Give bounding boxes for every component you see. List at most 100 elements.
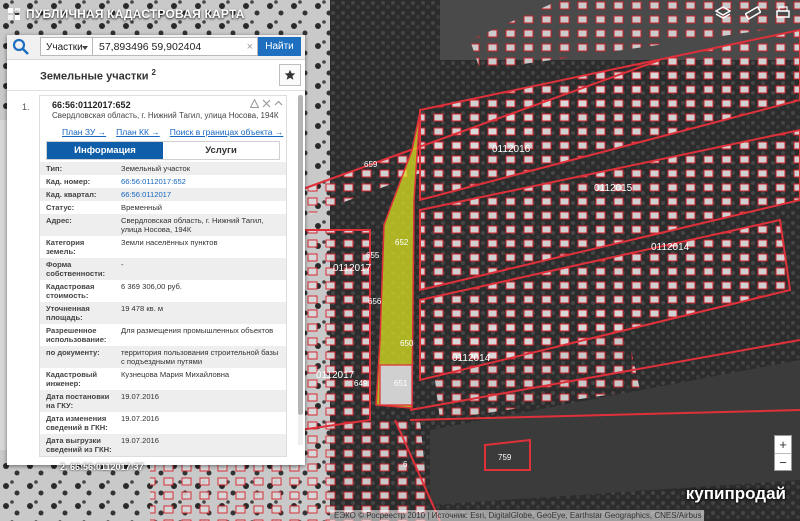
favorite-button[interactable] (279, 64, 301, 86)
tab-information[interactable]: Информация (47, 142, 163, 159)
quarter-label-0112014-2: 0112014 (452, 353, 491, 364)
row-value: 19.07.2016 (115, 434, 286, 456)
watermark-text: купипродай (685, 484, 786, 503)
table-row: по документу: территория пользования стро… (40, 346, 286, 368)
row-value: Временный (121, 203, 163, 212)
parcel-label-6: 6 (403, 460, 408, 469)
results-title-text: Земельные участки (40, 70, 149, 83)
parcel-address: Свердловская область, г. Нижний Тагил, у… (52, 111, 279, 120)
row-key: Дата выгрузки сведений из ГКН: (40, 434, 115, 456)
row-value: Свердловская область, г. Нижний Тагил, у… (115, 214, 286, 236)
results-header: Земельные участки 2 (7, 60, 305, 91)
table-row: Дата постановки на ГКУ: 19.07.2016 (40, 390, 286, 412)
row-key: Кад. квартал: (40, 188, 115, 201)
row-key: Уточненная площадь: (40, 302, 115, 324)
search-icon[interactable] (11, 38, 31, 56)
table-row: Кад. номер: 66:56:0112017:652 (40, 175, 286, 188)
table-row: Тип: Земельный участок (40, 162, 286, 175)
parcel-info-table: Тип: Земельный участок Кад. номер: 66:56:0… (40, 162, 286, 456)
quarter-label-0112017-2: 0112017 (316, 370, 355, 381)
table-row: Кадастровая стоимость: 6 369 306,00 руб. (40, 280, 286, 302)
plan-zu-link[interactable]: План ЗУ → (62, 127, 106, 137)
row-key: Разрешенное использование: (46, 326, 107, 344)
result-card: 1. 66:56:0112017:652 Свердловская област… (22, 95, 287, 457)
close-icon[interactable] (262, 99, 271, 108)
row-key: по документу: (40, 346, 115, 368)
search-bar: Участки 57,893496 59,902404 × Найти (7, 35, 305, 60)
parcel-label-656: 656 (368, 297, 382, 306)
results-scrollbar[interactable] (298, 95, 303, 445)
map-attribution: ЕЭКО © Росреестр 2010 | Источник: Esri, … (330, 510, 704, 521)
chevron-up-icon[interactable] (274, 99, 283, 108)
cad-quarter-link[interactable]: 66:56:0112017 (121, 190, 171, 199)
row-key: Статус: (46, 203, 75, 212)
search-panel: Участки 57,893496 59,902404 × Найти Земе… (7, 35, 305, 465)
results-title: Земельные участки 2 (40, 68, 156, 83)
quarter-label-0112015: 0112015 (594, 183, 633, 194)
row-key: Кад. номер: (46, 177, 91, 186)
app-title[interactable]: ПУБЛИЧНАЯ КАДАСТРОВАЯ КАРТА (8, 7, 245, 21)
card-links: План ЗУ → План КК → Поиск в границах объ… (40, 124, 286, 141)
row-key: Дата постановки на ГКУ: (40, 390, 115, 412)
table-row: Категория земель: Земли населённых пункто… (40, 236, 286, 258)
quarter-label-0112017: 0112017 (333, 263, 372, 274)
find-button[interactable]: Найти (258, 37, 301, 56)
warning-icon[interactable] (250, 99, 259, 108)
row-value: Для размещения промышленных объектов (121, 326, 274, 335)
table-row: Уточненная площадь: 19 478 кв. м (40, 302, 286, 324)
chevron-down-icon (82, 46, 88, 50)
results-list[interactable]: 1. 66:56:0112017:652 Свердловская област… (7, 91, 305, 465)
row-value: Кузнецова Мария Михайловна (121, 370, 230, 379)
search-type-select[interactable]: Участки (40, 37, 93, 56)
row-key: Адрес: (40, 214, 115, 236)
ruler-icon[interactable] (744, 4, 762, 22)
card-tools (250, 99, 283, 108)
quarter-label-0112016: 0112016 (492, 144, 531, 155)
tab-services[interactable]: Услуги (163, 142, 279, 159)
quarter-label-0112014: 0112014 (651, 242, 690, 253)
star-icon (284, 69, 296, 80)
row-value: 6 369 306,00 руб. (121, 282, 182, 291)
zoom-out-button[interactable]: − (775, 453, 791, 471)
parcel-label-651: 651 (394, 379, 408, 388)
plan-kk-link[interactable]: План КК → (116, 127, 160, 137)
scrollbar-thumb[interactable] (298, 95, 303, 415)
row-key: Кадастровая стоимость: (46, 282, 95, 300)
search-input-value: 57,893496 59,902404 (99, 41, 202, 53)
cad-number-link[interactable]: 66:56:0112017:652 (121, 177, 186, 186)
row-key: Форма собственности: (40, 258, 115, 280)
table-row: Разрешенное использование: Для размещения… (40, 324, 286, 346)
result-card-header[interactable]: 1. 66:56:0112017:652 Свердловская област… (22, 96, 286, 124)
row-value: территория пользования строительной базы… (115, 346, 286, 368)
app-title-text: ПУБЛИЧНАЯ КАДАСТРОВАЯ КАРТА (26, 7, 245, 21)
row-key: Категория земель: (46, 238, 85, 256)
top-bar: ПУБЛИЧНАЯ КАДАСТРОВАЯ КАРТА (0, 0, 800, 32)
search-type-label: Участки (46, 42, 83, 53)
table-row: Кадастровый инженер: Кузнецова Мария Миха… (40, 368, 286, 390)
zoom-in-button[interactable]: + (775, 436, 791, 453)
row-key: Тип: (40, 162, 115, 175)
clear-icon[interactable]: × (247, 38, 253, 57)
search-in-bounds-link[interactable]: Поиск в границах объекта → (170, 127, 284, 137)
parcel-label-759: 759 (498, 453, 512, 462)
card-tabs: Информация Услуги (46, 141, 280, 160)
table-row: Форма собственности: - (40, 258, 286, 280)
zoom-control: + − (774, 435, 792, 471)
parcel-label-655: 655 (366, 251, 380, 260)
search-input[interactable]: 57,893496 59,902404 × (93, 37, 258, 56)
row-value: Земли населённых пунктов (121, 238, 218, 247)
parcel-label-650: 650 (400, 339, 414, 348)
print-icon[interactable] (774, 4, 792, 22)
row-value: 19.07.2016 (115, 390, 286, 412)
row-value: - (115, 258, 286, 280)
next-result-item[interactable]: 2. 66:56:0112017:37 (60, 462, 144, 472)
app-logo-icon (8, 7, 20, 20)
row-key: Кадастровый инженер: (46, 370, 98, 388)
parcel-label-659: 659 (364, 160, 378, 169)
result-index: 1. (22, 102, 30, 112)
layers-icon[interactable] (714, 4, 732, 22)
table-row: Кад. квартал: 66:56:0112017 (40, 188, 286, 201)
parcel-label-652: 652 (395, 238, 409, 247)
table-row: Статус: Временный (40, 201, 286, 214)
row-value: Земельный участок (115, 162, 286, 175)
